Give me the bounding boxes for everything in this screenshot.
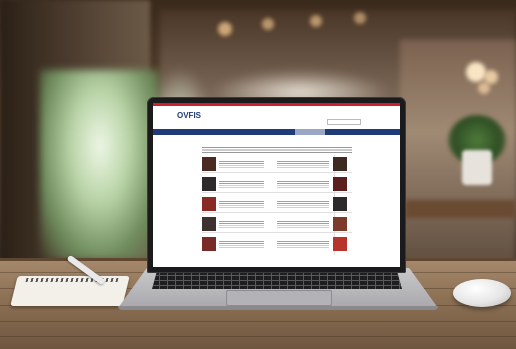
plant-pot: [462, 150, 492, 185]
product-card[interactable]: [277, 233, 341, 253]
laptop-base-edge: [118, 306, 438, 310]
bokeh-light: [262, 18, 274, 30]
bokeh-light: [218, 22, 232, 36]
product-image: [202, 237, 216, 251]
product-card-text: [277, 221, 329, 228]
product-card-text: [219, 201, 264, 208]
product-image: [333, 217, 347, 231]
product-card[interactable]: [202, 213, 266, 233]
product-image: [333, 157, 347, 171]
card-divider: [202, 172, 352, 173]
keyboard-rows: [152, 271, 402, 289]
product-image: [202, 157, 216, 171]
product-card-text: [219, 161, 264, 168]
product-card-text: [277, 181, 329, 188]
bokeh-light: [466, 62, 486, 82]
background-window: [40, 70, 160, 260]
laptop-trackpad: [226, 290, 332, 306]
card-divider: [202, 212, 352, 213]
product-card-text: [219, 241, 264, 248]
product-card[interactable]: [277, 213, 341, 233]
product-card-text: [219, 181, 264, 188]
card-divider: [202, 232, 352, 233]
background-shelf: [405, 200, 516, 218]
site-top-bar: [153, 103, 400, 106]
laptop-screen: OVFIS: [153, 103, 400, 267]
card-divider: [202, 192, 352, 193]
product-card[interactable]: [202, 193, 266, 213]
product-card-text: [277, 241, 329, 248]
product-image: [202, 177, 216, 191]
site-logo[interactable]: OVFIS: [177, 111, 201, 120]
product-image: [333, 197, 347, 211]
photo-scene: OVFIS: [0, 0, 516, 349]
site-nav-active-item[interactable]: [295, 129, 325, 135]
product-card-text: [277, 201, 329, 208]
product-card-text: [219, 221, 264, 228]
product-image: [202, 217, 216, 231]
site-nav-bar: [153, 129, 400, 135]
product-card[interactable]: [202, 173, 266, 193]
computer-mouse: [453, 279, 511, 307]
product-card[interactable]: [202, 153, 266, 173]
site-search-input[interactable]: [327, 119, 361, 125]
product-card[interactable]: [277, 173, 341, 193]
product-card[interactable]: [277, 153, 341, 173]
bokeh-light: [354, 12, 366, 24]
product-card[interactable]: [202, 233, 266, 253]
product-image: [202, 197, 216, 211]
bokeh-light: [310, 15, 322, 27]
product-card-text: [277, 161, 329, 168]
product-image: [333, 237, 347, 251]
product-image: [333, 177, 347, 191]
bokeh-light: [478, 82, 490, 94]
product-card[interactable]: [277, 193, 341, 213]
